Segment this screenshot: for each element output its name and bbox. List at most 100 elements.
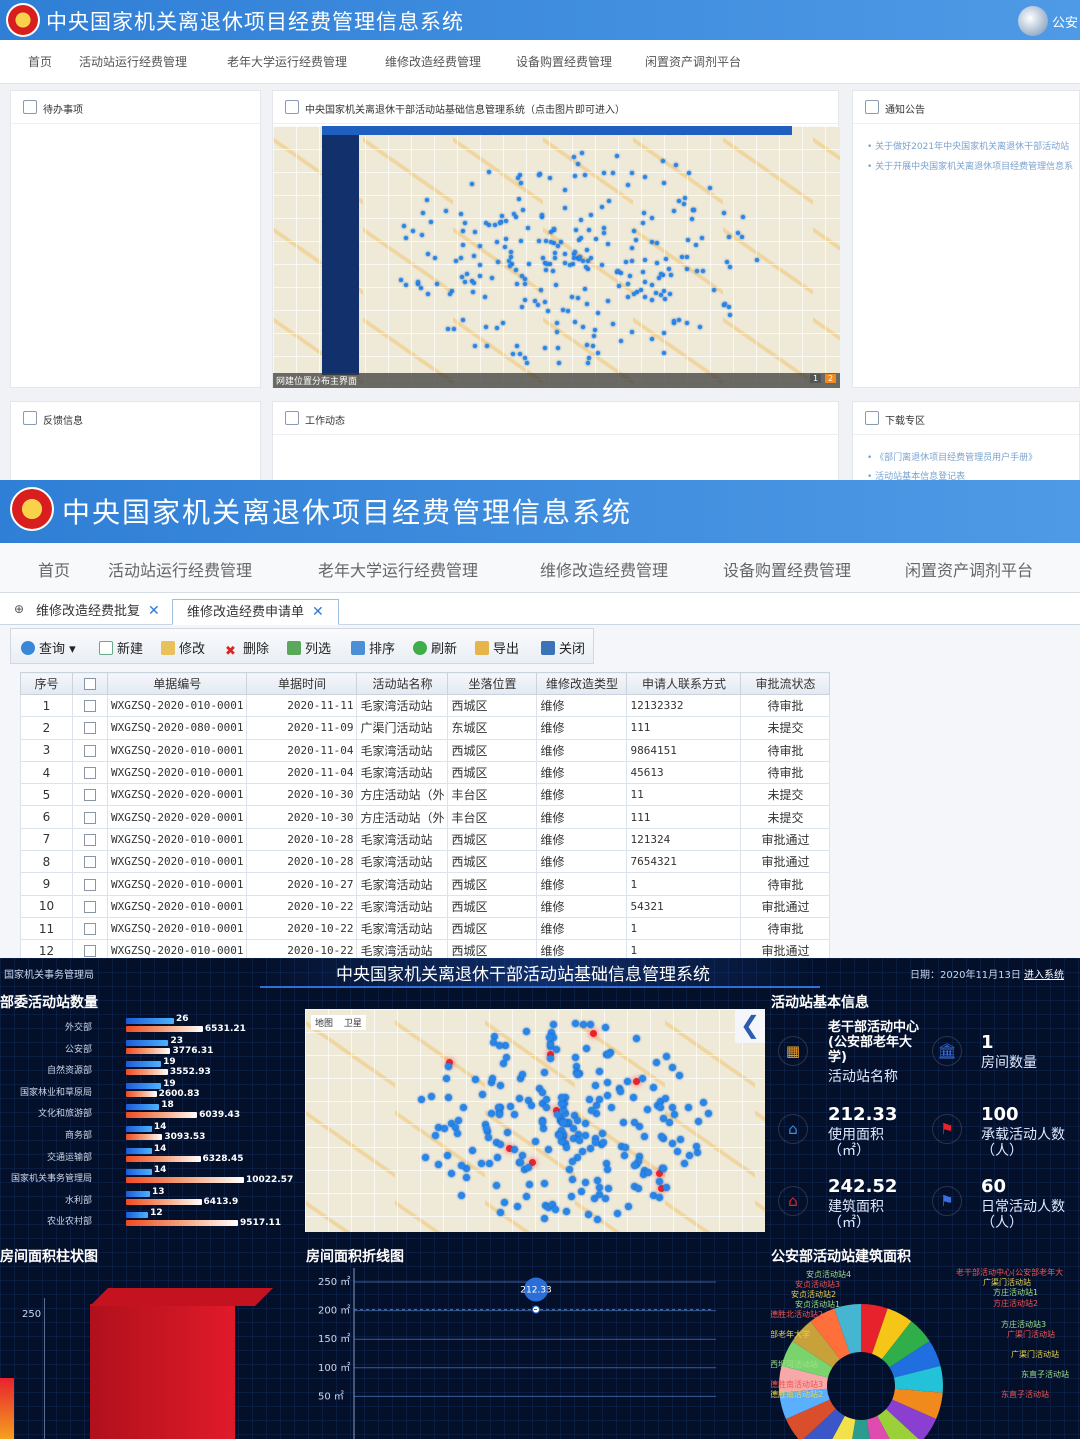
station-marker[interactable] [655,241,660,246]
station-marker[interactable] [653,1058,661,1066]
station-marker[interactable] [526,226,531,231]
station-marker[interactable] [585,1095,593,1103]
station-marker[interactable] [650,298,655,303]
station-marker[interactable] [556,345,561,350]
table-row[interactable]: 8 WXGZSQ-2020-010-0001 2020-10-28 毛家湾活动站 西城区… [20,850,831,874]
station-marker[interactable] [685,1152,693,1160]
station-marker[interactable] [675,1072,683,1080]
station-marker[interactable] [727,234,732,239]
station-marker[interactable] [513,268,518,273]
station-marker[interactable] [567,1193,575,1201]
station-marker[interactable] [596,311,601,316]
station-marker[interactable] [497,1141,505,1149]
col-station[interactable]: 活动站名称 [356,672,449,695]
select-checkbox[interactable] [84,767,96,780]
station-marker[interactable] [403,282,408,287]
station-marker[interactable] [525,361,530,365]
station-marker[interactable] [676,199,681,204]
station-marker[interactable] [498,221,503,226]
station-marker[interactable] [536,238,541,243]
station-marker[interactable] [562,1143,570,1151]
nav-university-funds[interactable]: 老年大学运行经费管理 [227,53,347,70]
station-marker[interactable] [425,252,430,257]
station-marker[interactable] [754,257,759,262]
nav-station-funds[interactable]: 活动站运行经费管理 [108,557,252,581]
select-checkbox[interactable] [84,900,96,913]
select-checkbox[interactable] [84,856,96,869]
station-marker[interactable] [658,271,663,276]
table-row[interactable]: 6 WXGZSQ-2020-020-0001 2020-10-30 方庄活动站（外 丰台… [20,805,831,829]
station-marker[interactable] [427,1092,435,1100]
close-button[interactable]: 关闭 [541,638,585,657]
station-marker[interactable] [619,339,624,344]
station-marker[interactable] [444,1152,452,1160]
table-row[interactable]: 10 WXGZSQ-2020-010-0001 2020-10-22 毛家湾活动站 西城… [20,894,831,918]
station-marker[interactable] [599,1138,607,1146]
station-marker[interactable] [478,263,483,268]
tab-repair-application[interactable]: 维修改造经费申请单 ✕ [172,599,339,625]
station-marker[interactable] [654,260,659,265]
station-marker[interactable] [626,182,631,187]
station-marker[interactable] [586,228,591,233]
station-marker[interactable] [495,1111,503,1119]
station-marker[interactable] [658,293,663,298]
download-item[interactable]: • 《部门离退休项目经费管理员用户手册》 [867,450,1037,463]
station-marker[interactable] [639,1075,647,1082]
select-checkbox[interactable] [84,789,96,802]
station-marker[interactable] [458,212,463,217]
station-marker[interactable] [689,217,694,222]
station-marker[interactable] [552,226,557,231]
station-marker[interactable] [557,361,562,366]
station-marker[interactable] [442,1075,450,1083]
station-marker[interactable] [457,1162,465,1170]
page-2[interactable]: 2 [825,374,837,383]
station-marker[interactable] [483,324,488,329]
row-checkbox[interactable] [72,760,108,785]
station-marker[interactable] [592,1081,600,1089]
station-marker[interactable] [421,210,426,215]
collapse-arrow-icon[interactable]: ❮ [735,1009,765,1043]
station-marker[interactable] [516,1094,524,1102]
station-marker[interactable] [633,1035,641,1043]
station-marker[interactable] [630,171,635,176]
station-marker[interactable] [681,1159,689,1167]
station-marker[interactable] [585,1211,593,1219]
row-checkbox[interactable] [72,939,108,958]
station-marker[interactable] [495,326,500,331]
station-marker[interactable] [595,351,600,356]
station-marker[interactable] [451,327,456,332]
station-marker[interactable] [582,287,587,292]
station-marker[interactable] [630,245,634,250]
station-marker[interactable] [503,244,508,249]
station-marker[interactable] [668,272,673,277]
station-marker[interactable] [489,1075,497,1083]
station-marker[interactable] [722,302,727,307]
station-marker[interactable] [542,345,547,350]
enter-system-link[interactable]: 进入系统 [1024,966,1064,981]
station-marker[interactable] [600,205,605,210]
station-marker[interactable] [577,254,582,259]
station-marker[interactable] [642,280,647,285]
station-marker[interactable] [686,237,691,242]
station-marker[interactable] [650,337,655,342]
station-marker[interactable] [544,239,549,243]
station-marker[interactable] [500,1199,508,1207]
close-icon[interactable]: ✕ [148,603,160,619]
station-marker[interactable] [602,1023,610,1031]
station-marker[interactable] [459,274,464,279]
station-marker[interactable] [580,324,585,329]
station-marker[interactable] [506,1103,514,1110]
station-marker[interactable] [593,328,598,333]
station-marker[interactable] [694,1117,702,1125]
station-marker[interactable] [492,223,497,228]
station-marker[interactable] [643,1106,651,1114]
station-marker[interactable] [524,1163,532,1171]
station-marker[interactable] [502,1053,510,1061]
station-marker[interactable] [568,1176,576,1184]
col-status[interactable]: 审批流状态 [740,672,831,695]
station-marker[interactable] [447,292,452,297]
station-marker[interactable] [724,259,729,264]
station-marker[interactable] [674,162,679,167]
station-marker[interactable] [607,198,612,203]
col-location[interactable]: 坐落位置 [447,672,538,695]
